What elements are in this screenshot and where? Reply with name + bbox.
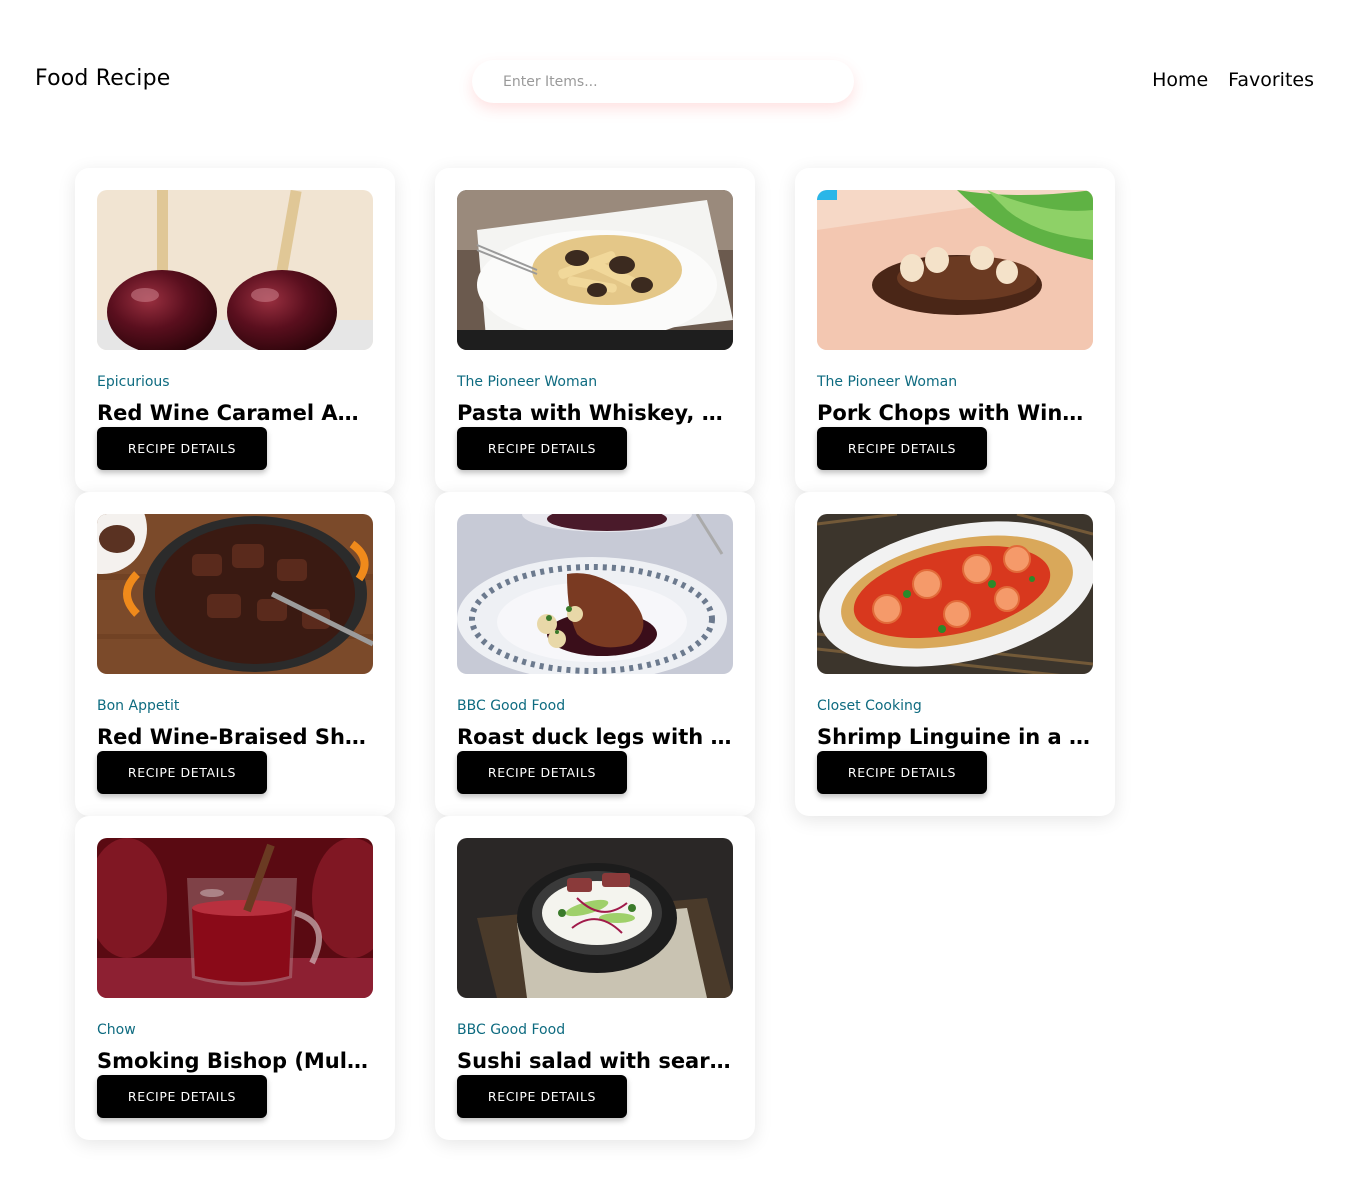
recipe-image: [97, 190, 373, 350]
nav-link-home[interactable]: Home: [1152, 69, 1208, 91]
recipe-details-button[interactable]: RECIPE DETAILS: [817, 751, 987, 794]
recipe-publisher: The Pioneer Woman: [457, 374, 598, 390]
recipe-card: The Pioneer Woman Pork Chops with Wine..…: [795, 168, 1115, 492]
recipe-details-button[interactable]: RECIPE DETAILS: [817, 427, 987, 470]
recipe-card: BBC Good Food Roast duck legs with r... …: [435, 492, 755, 816]
recipe-title: Pasta with Whiskey, W...: [457, 401, 733, 425]
recipe-grid: Epicurious Red Wine Caramel Ap... RECIPE…: [75, 168, 1115, 1140]
recipe-publisher: The Pioneer Woman: [817, 374, 958, 390]
recipe-title: Red Wine-Braised Sho...: [97, 725, 373, 749]
recipe-publisher: BBC Good Food: [457, 698, 566, 714]
recipe-details-button[interactable]: RECIPE DETAILS: [457, 1075, 627, 1118]
mulled-wine-photo: [97, 838, 373, 998]
pasta-plate-photo: [457, 190, 733, 350]
recipe-card: BBC Good Food Sushi salad with seare... …: [435, 816, 755, 1140]
recipe-details-button[interactable]: RECIPE DETAILS: [97, 1075, 267, 1118]
recipe-details-button[interactable]: RECIPE DETAILS: [457, 751, 627, 794]
recipe-title: Shrimp Linguine in a T...: [817, 725, 1093, 749]
recipe-publisher: Bon Appetit: [97, 698, 180, 714]
recipe-publisher: Epicurious: [97, 374, 170, 390]
caramel-apples-photo: [97, 190, 373, 350]
shrimp-linguine-photo: [817, 514, 1093, 674]
recipe-card: The Pioneer Woman Pasta with Whiskey, W.…: [435, 168, 755, 492]
recipe-card: Epicurious Red Wine Caramel Ap... RECIPE…: [75, 168, 395, 492]
recipe-title: Smoking Bishop (Mull...: [97, 1049, 373, 1073]
recipe-card: Closet Cooking Shrimp Linguine in a T...…: [795, 492, 1115, 816]
recipe-title: Pork Chops with Wine...: [817, 401, 1093, 425]
recipe-details-button[interactable]: RECIPE DETAILS: [97, 751, 267, 794]
recipe-publisher: Chow: [97, 1022, 136, 1038]
recipe-publisher: BBC Good Food: [457, 1022, 566, 1038]
brand-logo[interactable]: Food Recipe: [35, 66, 171, 91]
recipe-details-button[interactable]: RECIPE DETAILS: [97, 427, 267, 470]
recipe-publisher: Closet Cooking: [817, 698, 922, 714]
recipe-title: Roast duck legs with r...: [457, 725, 733, 749]
recipe-card: Bon Appetit Red Wine-Braised Sho... RECI…: [75, 492, 395, 816]
nav-links: Home Favorites: [1152, 69, 1314, 91]
pork-chops-photo: [817, 190, 1093, 350]
recipe-image: [457, 838, 733, 998]
sushi-salad-photo: [457, 838, 733, 998]
recipe-image: [817, 190, 1093, 350]
recipe-image: [97, 514, 373, 674]
recipe-details-button[interactable]: RECIPE DETAILS: [457, 427, 627, 470]
recipe-card: Chow Smoking Bishop (Mull... RECIPE DETA…: [75, 816, 395, 1140]
recipe-title: Sushi salad with seare...: [457, 1049, 733, 1073]
recipe-image: [97, 838, 373, 998]
recipe-image: [457, 514, 733, 674]
recipe-image: [817, 514, 1093, 674]
recipe-title: Red Wine Caramel Ap...: [97, 401, 373, 425]
braised-short-ribs-photo: [97, 514, 373, 674]
roast-duck-photo: [457, 514, 733, 674]
nav-link-favorites[interactable]: Favorites: [1228, 69, 1314, 91]
top-navbar: Food Recipe Home Favorites: [0, 0, 1349, 164]
recipe-image: [457, 190, 733, 350]
search-input[interactable]: [472, 60, 854, 103]
